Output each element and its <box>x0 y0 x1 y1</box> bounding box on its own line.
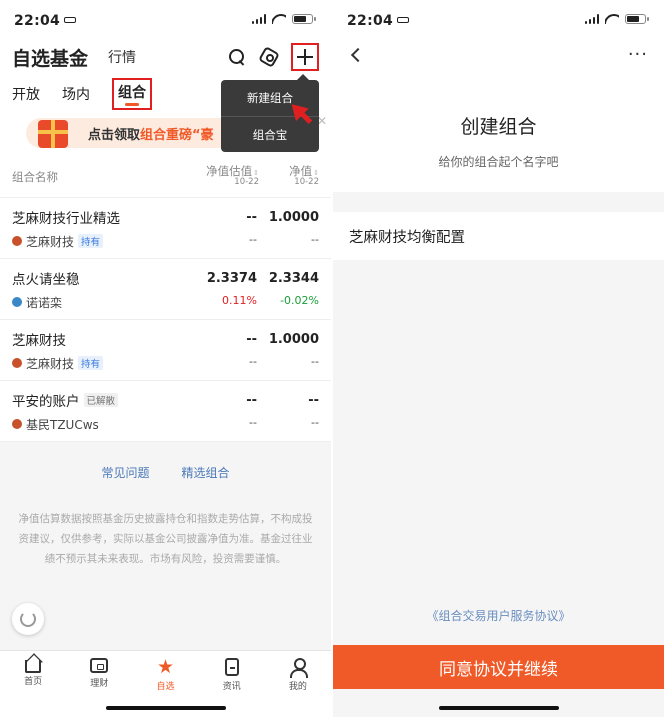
more-icon[interactable]: ··· <box>628 46 648 64</box>
wifi-icon <box>605 14 619 24</box>
avatar <box>12 236 22 246</box>
battery-icon <box>625 14 649 24</box>
est-change: -- <box>249 355 257 368</box>
table-row[interactable]: 点火请坐稳 诺诺栾 2.3374 0.11% 2.3344 -0.02% <box>0 259 331 320</box>
nav-bar: ··· <box>333 38 664 72</box>
settings-icon[interactable] <box>259 47 279 67</box>
owner-name: 诺诺栾 <box>26 295 63 310</box>
avatar <box>12 297 22 307</box>
page-title: 创建组合 <box>460 116 537 138</box>
portfolio-name-field[interactable] <box>333 212 664 260</box>
footer-links: 常见问题 精选组合 <box>0 442 331 481</box>
disclaimer: 净值估算数据按照基金历史披露持仓和指数走势估算，不构成投资建议，仅供参考，实际以… <box>18 513 313 565</box>
right-screen: 22:04 ··· 创建组合 给你的组合起个名字吧 《组合交易用户服务协议》 同… <box>333 0 664 717</box>
promo-prefix: 点击领取 <box>88 127 141 143</box>
nav-wealth-label: 理财 <box>90 679 109 689</box>
faq-link[interactable]: 常见问题 <box>101 464 149 481</box>
nav-value: 1.0000 <box>268 210 319 225</box>
portfolio-name: 芝麻财技行业精选 <box>12 210 120 227</box>
user-icon <box>289 658 308 678</box>
header: 自选基金 行情 <box>0 38 331 76</box>
left-screen: 22:04 自选基金 行情 开放 场内 组合 点击领取 组合重磅“豪 ✕ 组合名称… <box>0 0 331 717</box>
est-change: -- <box>249 233 257 246</box>
gift-icon <box>38 120 68 148</box>
est-value: -- <box>246 393 257 408</box>
nav-change: -- <box>311 355 319 368</box>
carplay-icon <box>64 16 77 23</box>
refresh-icon[interactable] <box>12 603 44 635</box>
nav-home-label: 首页 <box>24 677 43 687</box>
wallet-icon <box>90 658 109 673</box>
promo-highlight: 组合重磅“豪 <box>140 127 214 143</box>
col-estimate[interactable]: 净值估值⇕ 10-22 <box>199 165 259 187</box>
status-bar: 22:04 <box>0 0 331 38</box>
portfolio-name-input[interactable] <box>349 228 648 244</box>
tab-open[interactable]: 开放 <box>12 84 40 104</box>
page-title: 自选基金 <box>12 47 89 70</box>
est-change: -- <box>249 416 257 429</box>
nav-value: 1.0000 <box>268 332 319 347</box>
owner-name: 基民TZUCws <box>26 417 99 432</box>
wifi-icon <box>272 14 286 24</box>
est-value: -- <box>246 210 257 225</box>
home-icon <box>25 660 42 673</box>
col-estimate-date: 10-22 <box>234 177 259 188</box>
back-icon[interactable] <box>350 47 366 63</box>
nav-change: -0.02% <box>280 294 319 307</box>
nav-watchlist-label: 自选 <box>156 682 175 692</box>
status-time: 22:04 <box>14 12 61 29</box>
est-value: 2.3374 <box>206 271 257 286</box>
col-name: 组合名称 <box>12 169 58 184</box>
status-badge: 已解散 <box>83 392 119 407</box>
table-row[interactable]: 芝麻财技行业精选 芝麻财技 持有 -- -- 1.0000 -- <box>0 198 331 259</box>
nav-news-label: 资讯 <box>222 682 241 692</box>
nav-mine[interactable]: 我的 <box>265 651 331 717</box>
home-indicator <box>105 706 226 710</box>
avatar <box>12 358 22 368</box>
nav-value: 2.3344 <box>268 271 319 286</box>
status-badge: 持有 <box>78 234 104 248</box>
tab-portfolio[interactable]: 组合 <box>112 78 152 110</box>
portfolio-name: 芝麻财技 <box>12 332 66 349</box>
signal-icon <box>251 14 266 24</box>
status-bar: 22:04 <box>333 0 664 38</box>
search-icon[interactable] <box>227 47 247 67</box>
est-change: 0.11% <box>222 294 257 307</box>
create-header: 创建组合 给你的组合起个名字吧 <box>333 72 664 192</box>
battery-icon <box>292 14 316 24</box>
nav-change: -- <box>311 416 319 429</box>
bottom-nav: 首页 理财 ★ 自选 资讯 我的 <box>0 650 331 717</box>
picks-link[interactable]: 精选组合 <box>182 464 230 481</box>
page-subtitle: 给你的组合起个名字吧 <box>438 155 559 169</box>
status-badge: 持有 <box>78 356 104 370</box>
carplay-icon <box>397 16 410 23</box>
nav-home[interactable]: 首页 <box>0 651 66 717</box>
column-header: 组合名称 净值估值⇕ 10-22 净值⇕ 10-22 <box>0 156 331 198</box>
table-row[interactable]: 平安的账户 已解散 基民TZUCws -- -- -- -- <box>0 381 331 442</box>
market-tab[interactable]: 行情 <box>108 47 136 67</box>
news-icon <box>224 658 239 676</box>
star-icon: ★ <box>156 656 175 678</box>
table-row[interactable]: 芝麻财技 芝麻财技 持有 -- -- 1.0000 -- <box>0 320 331 381</box>
add-button[interactable] <box>291 43 319 71</box>
avatar <box>12 419 22 429</box>
col-nav[interactable]: 净值⇕ 10-22 <box>259 165 319 187</box>
nav-mine-label: 我的 <box>288 682 307 692</box>
owner-name: 芝麻财技 <box>26 234 75 249</box>
menu-item-portfolio-bao[interactable]: 组合宝 <box>221 116 319 152</box>
nav-change: -- <box>311 233 319 246</box>
nav-value: -- <box>308 393 319 408</box>
col-nav-date: 10-22 <box>294 177 319 188</box>
owner-name: 芝麻财技 <box>26 356 75 371</box>
signal-icon <box>584 14 599 24</box>
agree-continue-button[interactable]: 同意协议并继续 <box>333 645 664 689</box>
tab-onsite[interactable]: 场内 <box>62 84 90 104</box>
agreement-link[interactable]: 《组合交易用户服务协议》 <box>333 607 664 624</box>
portfolio-name: 点火请坐稳 <box>12 271 80 288</box>
home-indicator <box>438 706 559 710</box>
portfolio-name: 平安的账户 <box>12 393 80 410</box>
status-time: 22:04 <box>347 12 394 29</box>
est-value: -- <box>246 332 257 347</box>
